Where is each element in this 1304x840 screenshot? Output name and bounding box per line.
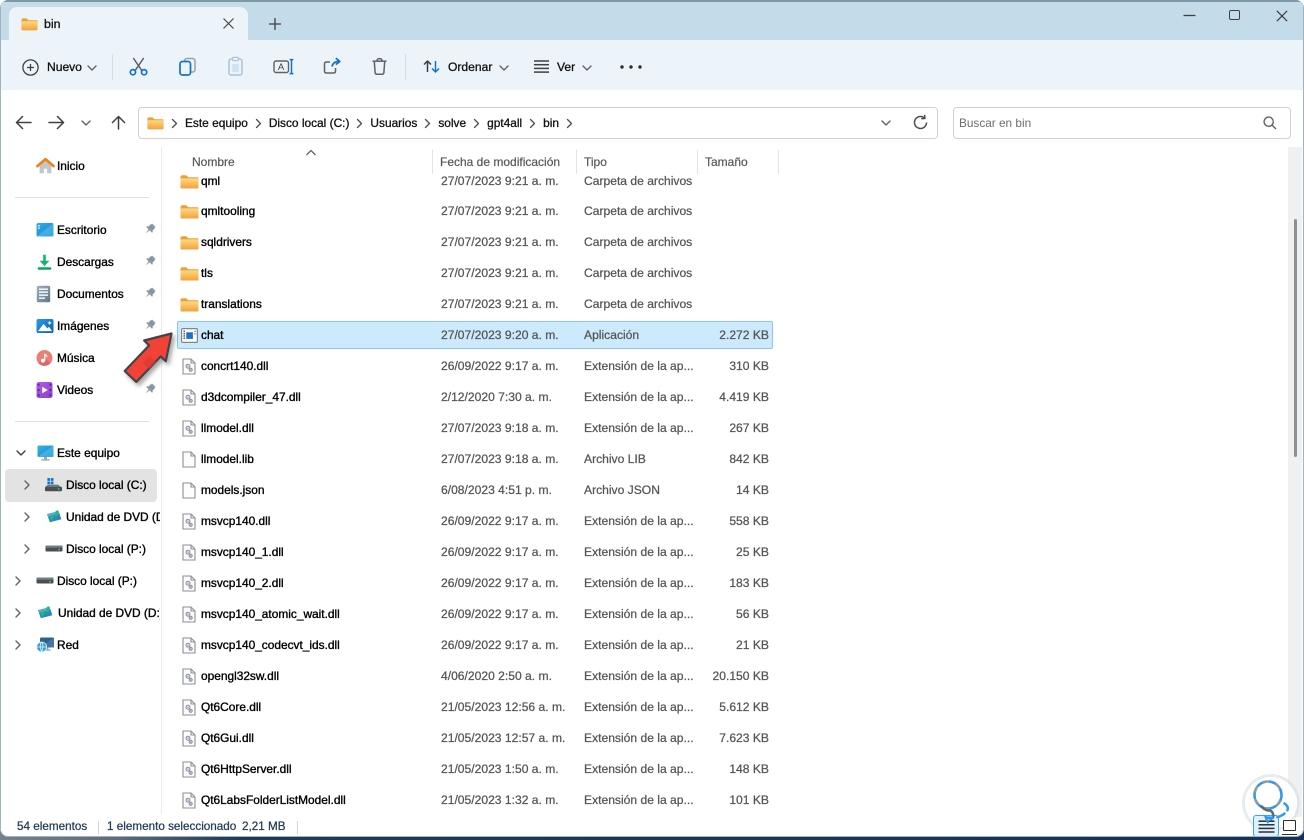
- svg-text:A: A: [278, 62, 285, 73]
